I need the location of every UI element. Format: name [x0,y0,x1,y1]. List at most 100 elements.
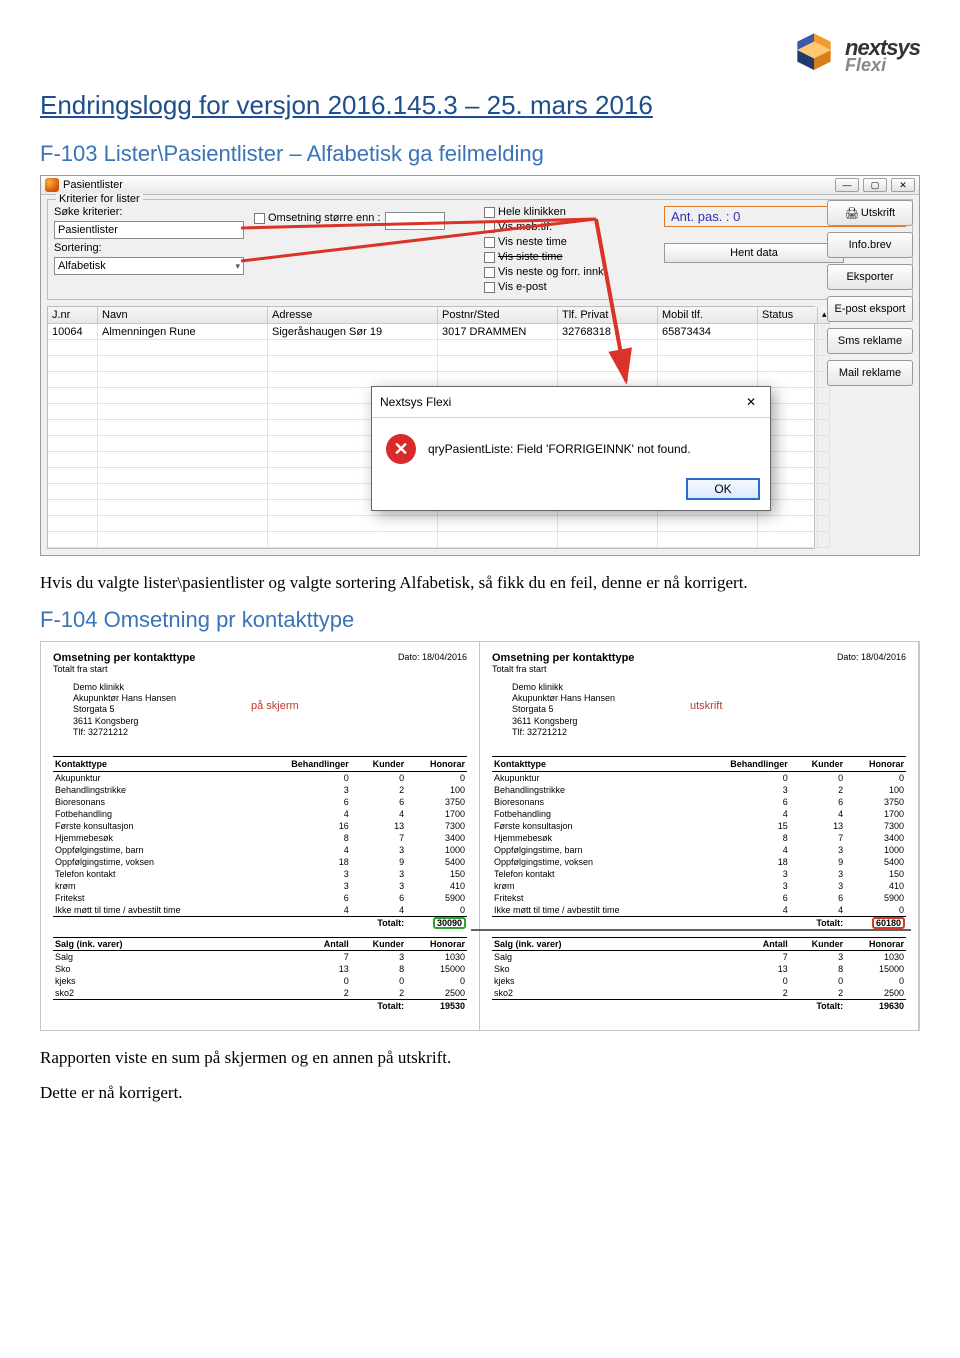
col-mobiltlf[interactable]: Mobil tlf. [658,307,758,324]
table-row: Sko13815000 [53,963,467,975]
table-row: Sko13815000 [492,963,906,975]
epost-eksport-button[interactable]: E-post eksport [827,296,913,322]
table-row: . [48,356,814,372]
report-table-right: Kontakttype Behandlinger Kunder Honorar … [492,756,906,1012]
table-row: . [48,532,814,548]
pasientlister-window: Pasientlister — ▢ ✕ Kriterier for lister… [40,175,920,556]
eksporter-button[interactable]: Eksporter [827,264,913,290]
table-row: Behandlingstrikke32100 [53,784,467,796]
sortering-label: Sortering: [54,242,244,254]
chevron-down-icon: ▾ [235,261,240,272]
printer-icon: 🖨 [845,207,857,219]
brand-logo: nextsys Flexi [789,30,920,80]
window-title: Pasientlister [63,179,123,191]
criteria-groupbox: Kriterier for lister Søke kriterier: Pas… [47,199,913,300]
annot-utskrift: utskrift [690,700,722,712]
annot-pa-skjerm: på skjerm [251,700,299,712]
groupbox-legend: Kriterier for lister [56,193,143,205]
col-status[interactable]: Status [758,307,818,324]
window-minimize-button[interactable]: — [835,178,859,192]
infobrev-button[interactable]: Info.brev [827,232,913,258]
table-row: Salg731030 [53,950,467,963]
vis-mobtlf-checkbox[interactable]: Vis mob.tlf. [484,221,654,233]
section-f103-body: Hvis du valgte lister\pasientlister og v… [40,572,920,595]
dialog-close-button[interactable]: ✕ [740,393,762,411]
dialog-message: qryPasientListe: Field 'FORRIGEINNK' not… [428,442,691,456]
col-adresse[interactable]: Adresse [268,307,438,324]
logo-mark-icon [789,30,839,80]
omsetning-input[interactable] [385,212,445,230]
table-row: Første konsultasjon16137300 [53,820,467,832]
report-comparison: Omsetning per kontakttype Totalt fra sta… [40,641,920,1031]
dialog-title: Nextsys Flexi [380,395,451,409]
soke-label: Søke kriterier: [54,206,244,218]
vis-siste-time-checkbox[interactable]: Vis siste time [484,251,654,263]
col-navn[interactable]: Navn [98,307,268,324]
mail-reklame-button[interactable]: Mail reklame [827,360,913,386]
table-row: Oppfølgingstime, voksen1895400 [53,856,467,868]
table-row: krøm33410 [492,880,906,892]
table-row: Behandlingstrikke32100 [492,784,906,796]
table-row: Fritekst665900 [53,892,467,904]
report-date: Dato: 18/04/2016 [398,652,467,662]
error-icon: ✕ [386,434,416,464]
report-date: Dato: 18/04/2016 [837,652,906,662]
col-tlfprivat[interactable]: Tlf. Privat [558,307,658,324]
table-row: Fotbehandling441700 [53,808,467,820]
error-dialog: Nextsys Flexi ✕ ✕ qryPasientListe: Field… [371,386,771,511]
window-titlebar: Pasientlister — ▢ ✕ [41,176,919,195]
omsetning-checkbox[interactable]: Omsetning større enn : [254,212,381,224]
table-row: krøm33410 [53,880,467,892]
total-right-highlight: 60180 [873,918,904,928]
vis-epost-checkbox[interactable]: Vis e-post [484,281,654,293]
page-title: Endringslogg for versjon 2016.145.3 – 25… [40,90,920,121]
report-subtitle: Totalt fra start [53,664,195,674]
col-postnrsted[interactable]: Postnr/Sted [438,307,558,324]
report-right: Omsetning per kontakttype Totalt fra sta… [480,642,919,1030]
sms-reklame-button[interactable]: Sms reklame [827,328,913,354]
sortering-combo[interactable]: Alfabetisk ▾ [54,257,244,275]
col-jnr[interactable]: J.nr [48,307,98,324]
table-row: Akupunktur000 [492,772,906,785]
section-f103-heading: F-103 Lister\Pasientlister – Alfabetisk … [40,141,920,167]
section-f104-body2: Dette er nå korrigert. [40,1082,920,1105]
table-row: Akupunktur000 [53,772,467,785]
table-row: Ikke møtt til time / avbestilt time440 [53,904,467,917]
table-row: Bioresonans663750 [53,796,467,808]
vis-neste-forr-checkbox[interactable]: Vis neste og forr. innk. [484,266,654,278]
table-row: . [48,516,814,532]
table-row: sko2222500 [492,987,906,1000]
sortering-value: Alfabetisk [58,260,106,272]
report-title: Omsetning per kontakttype [492,652,634,664]
table-row: Ikke møtt til time / avbestilt time440 [492,904,906,917]
table-row: Fritekst665900 [492,892,906,904]
utskrift-button[interactable]: 🖨Utskrift [827,200,913,226]
report-title: Omsetning per kontakttype [53,652,195,664]
logo-row: nextsys Flexi [40,30,920,80]
table-row: kjeks000 [492,975,906,987]
table-row: Oppfølgingstime, barn431000 [53,844,467,856]
report-left: Omsetning per kontakttype Totalt fra sta… [41,642,480,1030]
window-close-button[interactable]: ✕ [891,178,915,192]
grid-header: J.nr Navn Adresse Postnr/Sted Tlf. Priva… [48,307,814,324]
vis-neste-time-checkbox[interactable]: Vis neste time [484,236,654,248]
section-f104-heading: F-104 Omsetning pr kontakttype [40,607,920,633]
table-row: Hjemmebesøk873400 [53,832,467,844]
table-row: Oppfølgingstime, voksen1895400 [492,856,906,868]
table-row: . [48,340,814,356]
hent-data-button[interactable]: Hent data [664,243,844,263]
table-row: kjeks000 [53,975,467,987]
window-maximize-button[interactable]: ▢ [863,178,887,192]
table-row: Første konsultasjon15137300 [492,820,906,832]
table-row: Hjemmebesøk873400 [492,832,906,844]
soke-combo[interactable]: Pasientlister [54,221,244,239]
window-icon [45,178,59,192]
table-row: Salg731030 [492,950,906,963]
dialog-ok-button[interactable]: OK [686,478,760,500]
table-row: sko2222500 [53,987,467,1000]
table-row: Telefon kontakt33150 [53,868,467,880]
table-row: Fotbehandling441700 [492,808,906,820]
hele-klinikken-checkbox[interactable]: Hele klinikken [484,206,654,218]
table-row: Telefon kontakt33150 [492,868,906,880]
table-row[interactable]: 10064 Almenningen Rune Sigeråshaugen Sør… [48,324,814,340]
